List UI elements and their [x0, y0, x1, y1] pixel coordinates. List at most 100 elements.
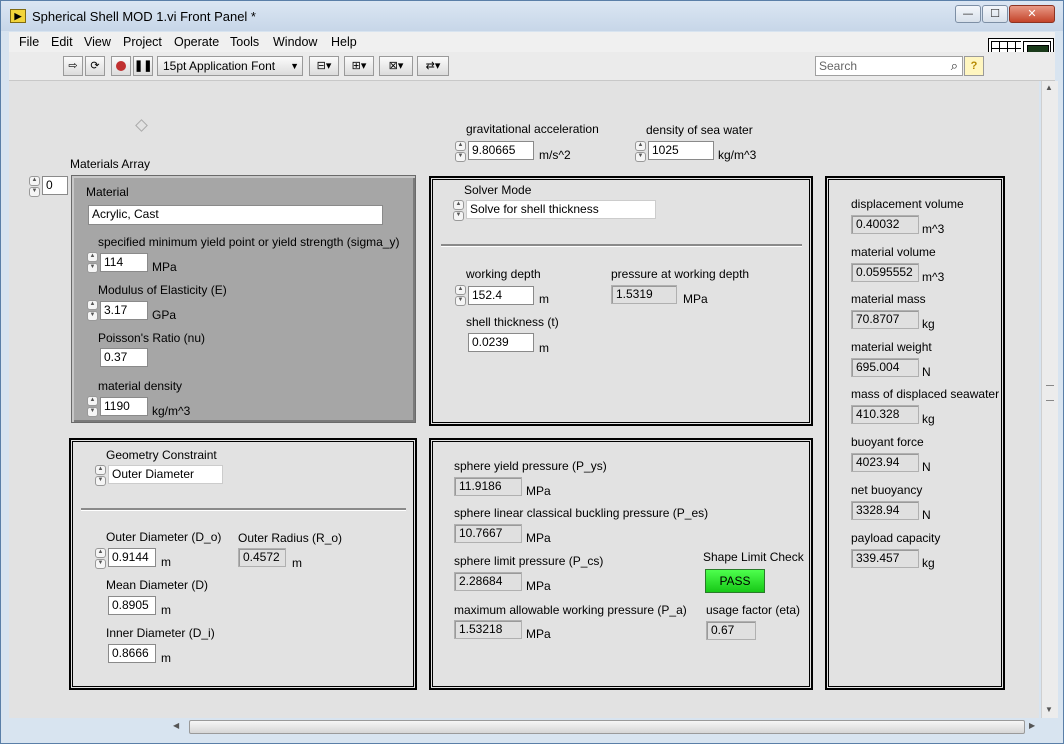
menu-window[interactable]: Window	[273, 35, 317, 49]
shell-thickness-unit: m	[539, 341, 549, 355]
density-unit: kg/m^3	[152, 404, 191, 418]
buckling-pressure-label: sphere linear classical buckling pressur…	[454, 506, 709, 520]
working-depth-spinner[interactable]: ▲ ▼	[455, 285, 466, 306]
seawater-density-input[interactable]: 1025	[648, 141, 714, 160]
align-objects-icon[interactable]: ⊟▾	[309, 56, 339, 76]
toolbar: ⇨ ⟳ ❚❚ 15pt Application Font ▼ ⊟▾ ⊞▾ ⊠▾ …	[9, 52, 1055, 81]
menu-operate[interactable]: Operate	[174, 35, 219, 49]
limit-pressure-unit: MPa	[526, 579, 551, 593]
geometry-constraint-spinner[interactable]: ▲ ▼	[95, 465, 106, 486]
buoyant-force-unit: N	[922, 460, 931, 474]
reorder-icon[interactable]: ⇄▾	[417, 56, 449, 76]
vertical-scroll-thumb[interactable]	[1046, 385, 1054, 401]
pressure-depth-unit: MPa	[683, 292, 708, 306]
minimize-button[interactable]: —	[955, 5, 981, 23]
material-mass-indicator: 70.8707	[851, 310, 919, 329]
yield-pressure-indicator: 11.9186	[454, 477, 522, 496]
help-icon[interactable]: ?	[964, 56, 984, 76]
outer-radius-unit: m	[292, 556, 302, 570]
outer-diameter-input[interactable]: 0.9144	[108, 548, 156, 567]
scroll-down-icon[interactable]: ▼	[1045, 705, 1053, 714]
modulus-input[interactable]: 3.17	[100, 301, 148, 320]
search-input[interactable]: Search ⌕	[815, 56, 963, 76]
scroll-right-icon[interactable]: ▶	[1029, 721, 1035, 730]
modulus-spinner[interactable]: ▲ ▼	[87, 300, 98, 321]
outer-radius-indicator: 0.4572	[238, 548, 286, 567]
material-weight-indicator: 695.004	[851, 358, 919, 377]
density-spinner[interactable]: ▲ ▼	[87, 396, 98, 417]
inner-diameter-label: Inner Diameter (D_i)	[106, 626, 215, 640]
modulus-label: Modulus of Elasticity (E)	[98, 283, 227, 297]
title-bar[interactable]: ▶ Spherical Shell MOD 1.vi Front Panel *…	[1, 1, 1063, 31]
shell-thickness-label: shell thickness (t)	[466, 315, 559, 329]
font-selector-label: 15pt Application Font	[163, 59, 276, 73]
usage-factor-indicator: 0.67	[706, 621, 756, 640]
geometry-constraint-selector[interactable]: Outer Diameter	[108, 465, 223, 484]
horizontal-scroll-thumb[interactable]	[189, 720, 1025, 734]
modulus-unit: GPa	[152, 308, 177, 322]
search-icon[interactable]: ⌕	[951, 57, 958, 75]
working-depth-input[interactable]: 152.4	[468, 286, 534, 305]
menu-file[interactable]: File	[19, 35, 39, 49]
geometry-divider	[81, 508, 406, 511]
buckling-pressure-unit: MPa	[526, 531, 551, 545]
scroll-up-icon[interactable]: ▲	[1045, 83, 1053, 92]
density-input[interactable]: 1190	[100, 397, 148, 416]
close-button[interactable]: ✕	[1009, 5, 1055, 23]
yield-pressure-label: sphere yield pressure (P_ys)	[454, 459, 607, 473]
displaced-mass-unit: kg	[922, 412, 935, 426]
window-title: Spherical Shell MOD 1.vi Front Panel *	[32, 9, 256, 24]
solver-mode-spinner[interactable]: ▲ ▼	[453, 200, 464, 221]
resize-objects-icon[interactable]: ⊠▾	[379, 56, 413, 76]
gravity-input[interactable]: 9.80665	[468, 141, 534, 160]
limit-pressure-indicator: 2.28684	[454, 572, 522, 591]
run-continuously-icon[interactable]: ⟳	[85, 56, 105, 76]
scroll-left-icon[interactable]: ◀	[173, 721, 179, 730]
gravity-label: gravitational acceleration	[466, 122, 599, 136]
outer-diameter-unit: m	[161, 555, 171, 569]
allowable-pressure-unit: MPa	[526, 627, 551, 641]
mean-diameter-value[interactable]: 0.8905	[108, 596, 156, 615]
vertical-scrollbar[interactable]: ▲ ▼	[1041, 81, 1058, 718]
shell-thickness-value[interactable]: 0.0239	[468, 333, 534, 352]
density-label: material density	[98, 379, 183, 393]
yield-strength-spinner[interactable]: ▲ ▼	[87, 252, 98, 273]
mean-diameter-label: Mean Diameter (D)	[106, 578, 209, 592]
yield-strength-input[interactable]: 114	[100, 253, 148, 272]
outer-radius-label: Outer Radius (R_o)	[238, 531, 343, 545]
outer-diameter-spinner[interactable]: ▲ ▼	[95, 548, 106, 569]
material-mass-label: material mass	[851, 292, 926, 306]
array-index-spinner[interactable]: ▲ ▼	[29, 176, 40, 197]
distribute-objects-icon[interactable]: ⊞▾	[344, 56, 374, 76]
material-name-input[interactable]: Acrylic, Cast	[88, 205, 383, 225]
pressure-depth-indicator: 1.5319	[611, 285, 677, 304]
limit-pressure-label: sphere limit pressure (P_cs)	[454, 554, 604, 568]
inner-diameter-unit: m	[161, 651, 171, 665]
run-arrow-icon[interactable]: ⇨	[63, 56, 83, 76]
seawater-density-spinner[interactable]: ▲ ▼	[635, 141, 646, 162]
pause-icon[interactable]: ❚❚	[133, 56, 153, 76]
yield-strength-unit: MPa	[152, 260, 177, 274]
inner-diameter-value[interactable]: 0.8666	[108, 644, 156, 663]
diamond-marker-icon	[135, 119, 148, 132]
material-volume-indicator: 0.0595552	[851, 263, 919, 282]
gravity-unit: m/s^2	[539, 148, 571, 162]
array-index-input[interactable]: 0	[42, 176, 68, 195]
abort-icon[interactable]	[111, 56, 131, 76]
font-selector[interactable]: 15pt Application Font ▼	[157, 56, 303, 76]
displacement-volume-unit: m^3	[922, 222, 945, 236]
maximize-button[interactable]: ☐	[982, 5, 1008, 23]
gravity-spinner[interactable]: ▲ ▼	[455, 141, 466, 162]
seawater-density-label: density of sea water	[646, 123, 753, 137]
net-buoyancy-label: net buoyancy	[851, 483, 923, 497]
material-weight-unit: N	[922, 365, 931, 379]
menu-tools[interactable]: Tools	[230, 35, 259, 49]
poisson-input[interactable]: 0.37	[100, 348, 148, 367]
solver-mode-label: Solver Mode	[464, 183, 532, 197]
menu-edit[interactable]: Edit	[51, 35, 73, 49]
outer-diameter-label: Outer Diameter (D_o)	[106, 530, 222, 544]
menu-help[interactable]: Help	[331, 35, 357, 49]
menu-project[interactable]: Project	[123, 35, 162, 49]
solver-mode-selector[interactable]: Solve for shell thickness	[466, 200, 656, 219]
menu-view[interactable]: View	[84, 35, 111, 49]
